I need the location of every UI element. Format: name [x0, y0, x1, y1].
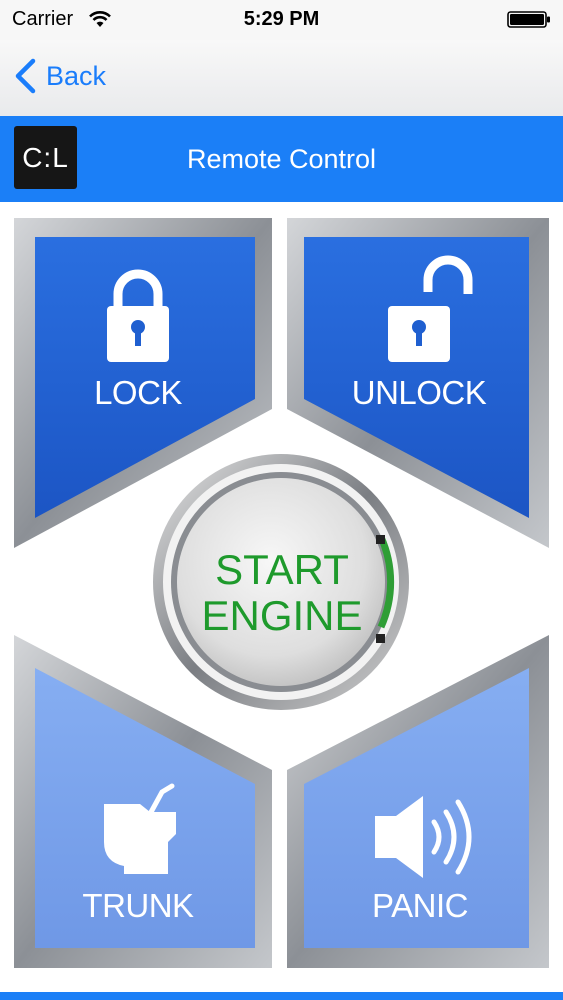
engine-ring-marker: [376, 535, 385, 544]
status-bar: Carrier 5:29 PM: [0, 0, 563, 40]
chevron-left-icon: [15, 58, 36, 94]
battery-icon: [507, 11, 550, 28]
page-title: Remote Control: [186, 144, 377, 174]
navigation-bar: Back: [0, 40, 563, 117]
bottom-accent-bar: [0, 992, 563, 1000]
title-bar: Remote Control C:L: [0, 116, 563, 202]
back-button[interactable]: Back: [14, 56, 106, 96]
start-engine-button[interactable]: [153, 454, 409, 710]
status-time: 5:29 PM: [243, 8, 320, 30]
control-graphics: [14, 218, 549, 968]
remote-control-panel: LOCK UNLOCK START ENGINE TRUNK PANIC: [0, 202, 563, 1000]
back-label: Back: [46, 60, 107, 91]
app-logo: C:L: [14, 126, 77, 189]
engine-ring-marker: [376, 634, 385, 643]
